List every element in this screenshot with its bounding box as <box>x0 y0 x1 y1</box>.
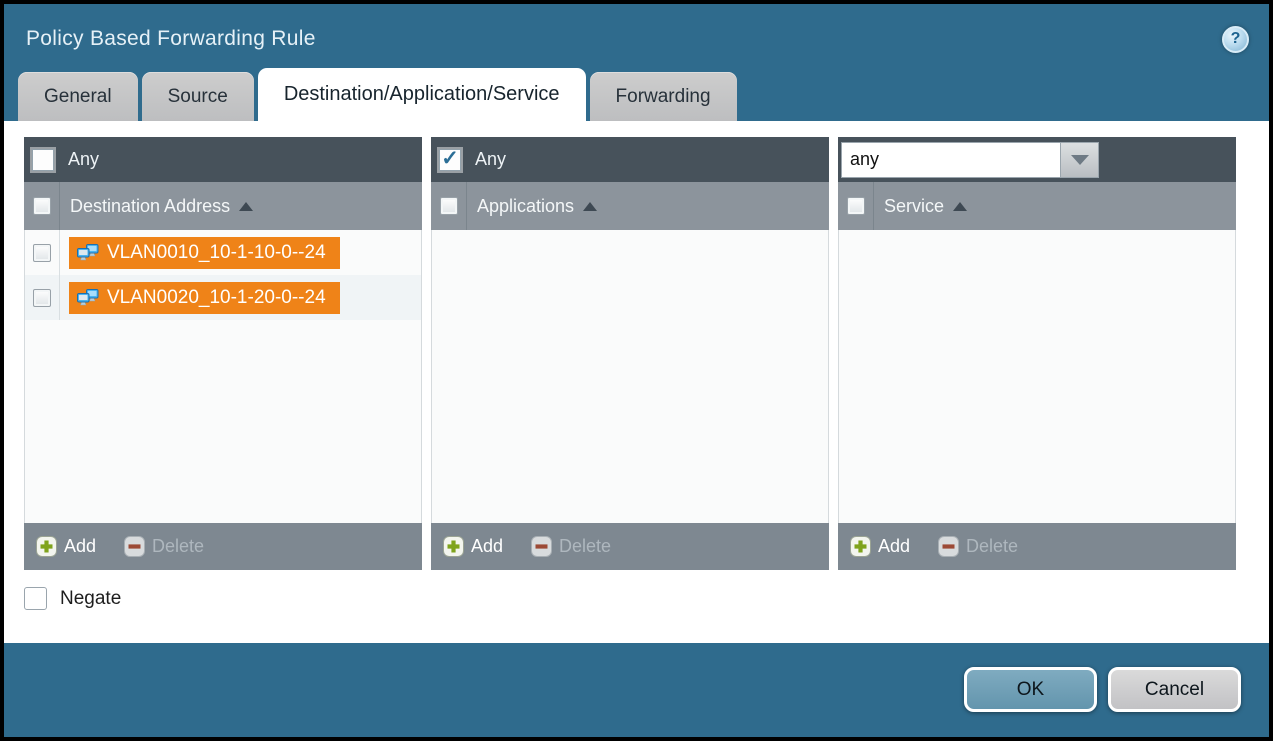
destination-column-header[interactable]: Destination Address <box>24 182 422 230</box>
applications-toolbar: Add Delete <box>431 523 829 570</box>
delete-label: Delete <box>152 536 204 557</box>
ok-button[interactable]: OK <box>964 667 1097 712</box>
table-row: VLAN0020_10-1-20-0--24 <box>25 275 421 320</box>
destination-any-label: Any <box>68 149 99 170</box>
row-checkbox[interactable] <box>33 244 51 262</box>
tab-content: Any Destination Address <box>4 121 1269 643</box>
tab-source[interactable]: Source <box>142 72 254 121</box>
add-label: Add <box>878 536 910 557</box>
destination-toolbar: Add Delete <box>24 523 422 570</box>
applications-panel: ✓ Any Applications <box>431 137 829 570</box>
policy-based-forwarding-dialog: Policy Based Forwarding Rule ? General S… <box>0 0 1273 741</box>
service-select-all-checkbox[interactable] <box>847 197 865 215</box>
tab-forwarding[interactable]: Forwarding <box>590 72 737 121</box>
destination-any-bar: Any <box>24 137 422 182</box>
service-panel: any Service <box>838 137 1236 570</box>
destination-address-panel: Any Destination Address <box>24 137 422 570</box>
address-object-icon <box>77 289 99 306</box>
destination-delete-button[interactable]: Delete <box>124 536 204 557</box>
applications-column-header[interactable]: Applications <box>431 182 829 230</box>
help-icon[interactable]: ? <box>1222 26 1249 53</box>
applications-select-all-checkbox[interactable] <box>440 197 458 215</box>
dropdown-button[interactable] <box>1060 142 1099 178</box>
sort-ascending-icon <box>583 202 597 211</box>
service-list <box>838 230 1236 523</box>
service-delete-button[interactable]: Delete <box>938 536 1018 557</box>
destination-address-item[interactable]: VLAN0010_10-1-10-0--24 <box>69 237 340 269</box>
applications-any-bar: ✓ Any <box>431 137 829 182</box>
tab-destination-application-service[interactable]: Destination/Application/Service <box>258 68 586 121</box>
checkmark-icon: ✓ <box>441 148 459 169</box>
applications-add-button[interactable]: Add <box>443 536 503 557</box>
chevron-down-icon <box>1071 155 1089 165</box>
service-column-header[interactable]: Service <box>838 182 1236 230</box>
destination-address-value: VLAN0010_10-1-10-0--24 <box>107 242 326 264</box>
negate-checkbox[interactable] <box>24 587 47 610</box>
add-label: Add <box>471 536 503 557</box>
panels-row: Any Destination Address <box>24 137 1269 570</box>
dialog-footer: OK Cancel <box>4 643 1269 737</box>
tab-general[interactable]: General <box>18 72 138 121</box>
destination-column-label: Destination Address <box>70 196 230 217</box>
title-bar: Policy Based Forwarding Rule ? <box>4 4 1269 68</box>
service-type-value: any <box>841 142 1060 178</box>
service-column-label: Service <box>884 196 944 217</box>
add-label: Add <box>64 536 96 557</box>
delete-minus-icon <box>124 536 145 557</box>
destination-address-item[interactable]: VLAN0020_10-1-20-0--24 <box>69 282 340 314</box>
tab-bar: General Source Destination/Application/S… <box>4 68 1269 121</box>
sort-ascending-icon <box>953 202 967 211</box>
destination-add-button[interactable]: Add <box>36 536 96 557</box>
destination-list: VLAN0010_10-1-10-0--24 <box>24 230 422 523</box>
dialog-title: Policy Based Forwarding Rule <box>26 27 316 51</box>
destination-any-checkbox[interactable] <box>32 149 54 171</box>
cancel-button[interactable]: Cancel <box>1108 667 1241 712</box>
negate-row: Negate <box>24 587 1269 610</box>
service-add-button[interactable]: Add <box>850 536 910 557</box>
applications-column-label: Applications <box>477 196 574 217</box>
service-toolbar: Add Delete <box>838 523 1236 570</box>
delete-label: Delete <box>559 536 611 557</box>
delete-minus-icon <box>531 536 552 557</box>
address-object-icon <box>77 244 99 261</box>
delete-label: Delete <box>966 536 1018 557</box>
sort-ascending-icon <box>239 202 253 211</box>
applications-any-label: Any <box>475 149 506 170</box>
applications-list <box>431 230 829 523</box>
destination-select-all-checkbox[interactable] <box>33 197 51 215</box>
applications-any-checkbox[interactable]: ✓ <box>439 149 461 171</box>
add-plus-icon <box>850 536 871 557</box>
add-plus-icon <box>443 536 464 557</box>
destination-address-value: VLAN0020_10-1-20-0--24 <box>107 287 326 309</box>
row-checkbox[interactable] <box>33 289 51 307</box>
help-glyph: ? <box>1231 30 1241 48</box>
table-row: VLAN0010_10-1-10-0--24 <box>25 230 421 275</box>
applications-delete-button[interactable]: Delete <box>531 536 611 557</box>
negate-label: Negate <box>60 588 121 610</box>
delete-minus-icon <box>938 536 959 557</box>
service-type-dropdown[interactable]: any <box>841 142 1099 178</box>
service-any-bar: any <box>838 137 1236 182</box>
add-plus-icon <box>36 536 57 557</box>
